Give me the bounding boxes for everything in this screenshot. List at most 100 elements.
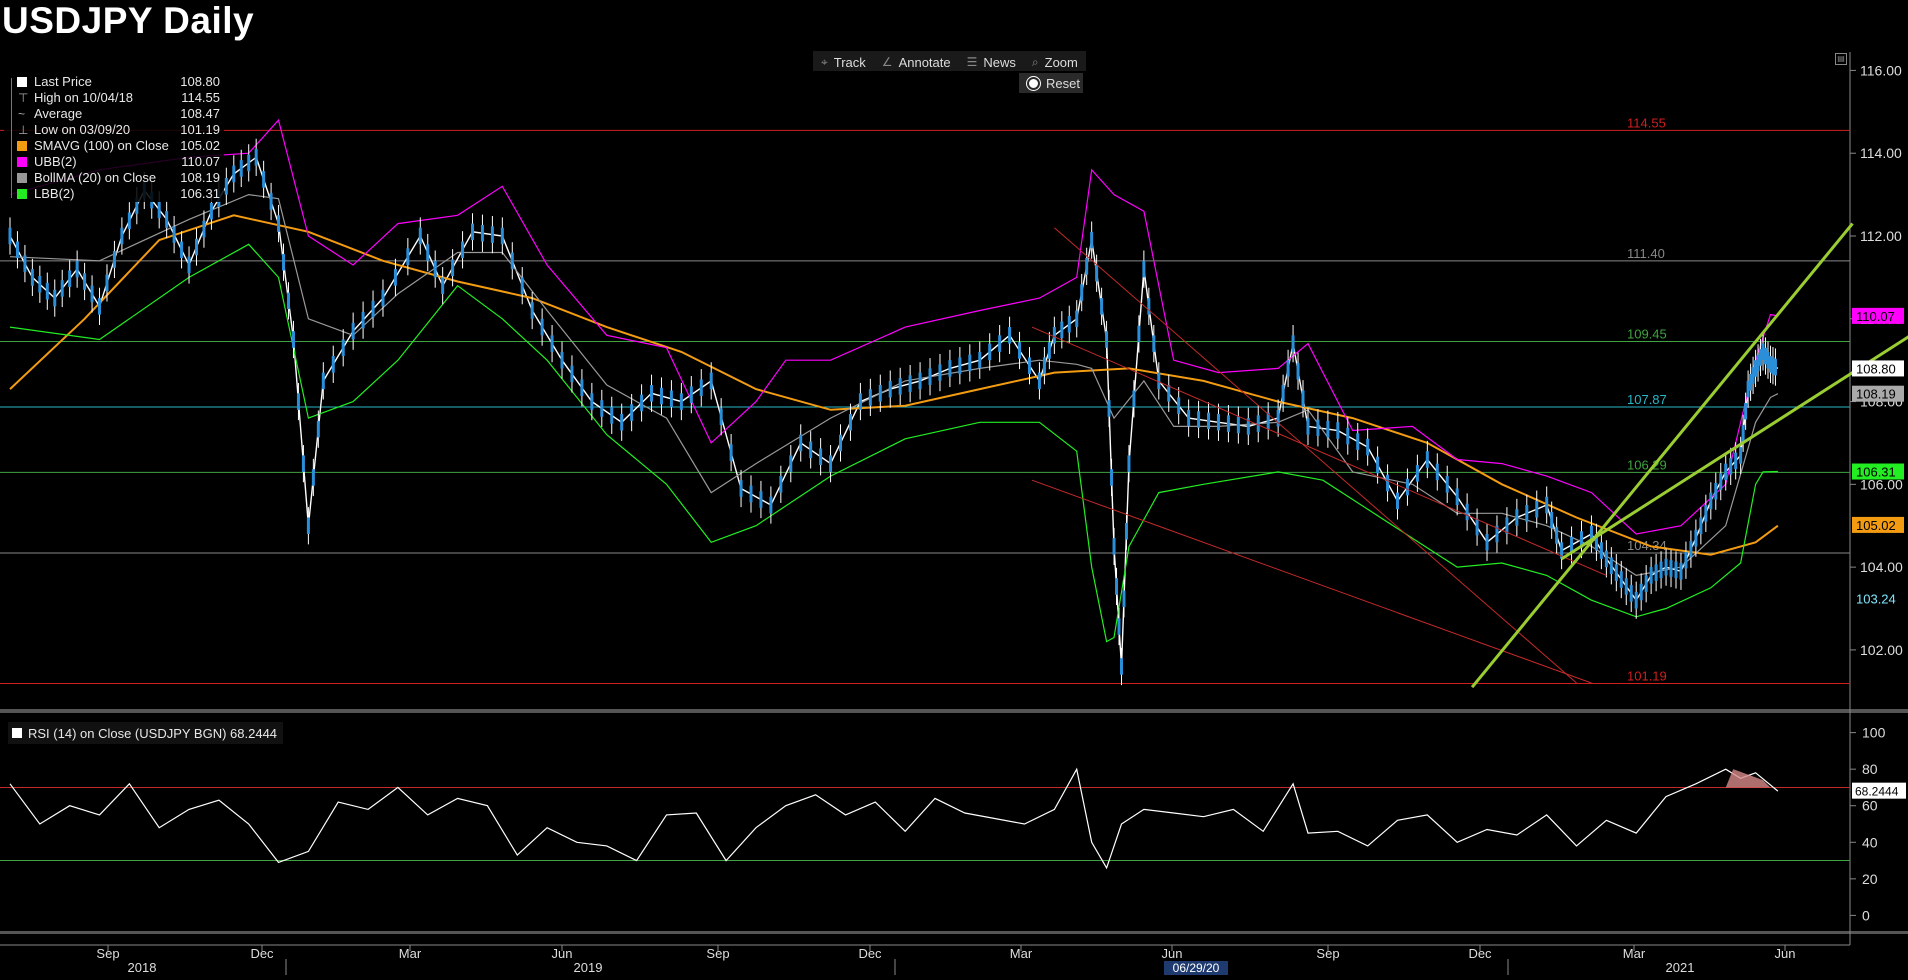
price-candle — [381, 289, 385, 307]
x-tick-label: Jun — [1162, 946, 1183, 961]
price-candle — [277, 215, 281, 232]
y-tick-label: 116.00 — [1860, 62, 1902, 78]
legend-row-last-price[interactable]: Last Price 108.80 — [4, 74, 224, 90]
y-tick-label: 104.00 — [1860, 559, 1903, 575]
price-candle — [1654, 564, 1658, 581]
price-candle — [520, 277, 524, 294]
zoom-button[interactable]: ⌕ Zoom — [1024, 51, 1086, 71]
price-candle — [291, 331, 295, 348]
legend-label: SMAVG (100) on Close — [34, 138, 169, 153]
price-candle — [53, 289, 57, 307]
price-candle — [938, 364, 942, 381]
rsi-legend[interactable]: RSI (14) on Close (USDJPY BGN) 68.2444 — [8, 722, 284, 744]
price-candle — [968, 354, 972, 372]
price-candle — [1085, 258, 1089, 275]
price-candle — [1709, 492, 1713, 510]
lbb-swatch — [17, 189, 27, 199]
price-candle — [809, 441, 813, 459]
price-candle — [669, 390, 673, 408]
price-candle — [1177, 397, 1181, 414]
price-candle — [1515, 509, 1519, 526]
price-candle — [120, 227, 124, 245]
legend-label: UBB(2) — [34, 154, 77, 169]
price-candle — [1052, 327, 1056, 344]
legend-value: 101.19 — [180, 122, 220, 137]
news-button[interactable]: ☰ News — [959, 51, 1024, 71]
price-candle — [1075, 310, 1079, 328]
price-candle — [38, 276, 42, 293]
price-candle — [958, 357, 962, 374]
price-candle — [1555, 527, 1559, 544]
price-candle — [1356, 433, 1360, 450]
pencil-icon: ∠ — [881, 55, 893, 69]
x-tick-label: Dec — [250, 946, 274, 961]
price-candle — [829, 455, 833, 472]
price-candle — [600, 400, 604, 417]
price-candle — [202, 220, 206, 238]
price-and-rsi-chart[interactable]: 116.00114.00112.00110.00108.00106.00104.… — [0, 0, 1908, 975]
price-candle — [1037, 372, 1041, 390]
track-button[interactable]: ⌖ Track — [813, 51, 874, 71]
price-candle — [620, 413, 624, 431]
price-candle — [418, 227, 422, 245]
price-candle — [1236, 416, 1240, 434]
price-candle — [1127, 455, 1131, 472]
price-candle — [224, 178, 228, 195]
price-candle — [1226, 415, 1230, 432]
price-candle — [1545, 496, 1549, 514]
price-candle — [1684, 551, 1688, 569]
news-icon: ☰ — [966, 55, 978, 69]
legend-row-high[interactable]: ⊤ High on 10/04/18 114.55 — [4, 90, 224, 106]
series-bollma — [9, 193, 1779, 577]
y-tick-label: 102.00 — [1860, 642, 1903, 658]
legend-row-lbb[interactable]: LBB(2) 106.31 — [4, 186, 224, 202]
price-candle — [1047, 342, 1051, 359]
price-candle — [1117, 618, 1121, 635]
legend-row-ubb[interactable]: UBB(2) 110.07 — [4, 154, 224, 170]
price-candle — [1614, 564, 1618, 581]
annotate-button[interactable]: ∠ Annotate — [874, 51, 959, 71]
price-candle — [769, 496, 773, 514]
legend-row-average[interactable]: ~ Average 108.47 — [4, 106, 224, 122]
price-candle — [1644, 575, 1648, 592]
series-lbb — [9, 243, 1778, 643]
series-price — [9, 156, 1779, 667]
price-candle — [699, 379, 703, 397]
price-candle — [1366, 438, 1370, 456]
price-candle — [1599, 542, 1603, 559]
price-candle — [1119, 658, 1123, 675]
price-candle — [759, 491, 763, 508]
legend-row-bollma[interactable]: BollMA (20) on Close 108.19 — [4, 170, 224, 186]
legend-row-smavg[interactable]: SMAVG (100) on Close 105.02 — [4, 138, 224, 154]
price-candle — [1386, 474, 1390, 492]
reset-button[interactable]: Reset — [1019, 73, 1083, 93]
price-candle — [1167, 385, 1171, 402]
price-candle — [68, 270, 72, 288]
x-tick-label: Dec — [1468, 946, 1492, 961]
price-candle — [262, 171, 266, 188]
price-candle — [1296, 362, 1300, 380]
price-candle — [282, 253, 286, 271]
chart-canvas[interactable]: 116.00114.00112.00110.00108.00106.00104.… — [0, 0, 1908, 975]
price-candle — [1679, 562, 1683, 580]
price-candle — [878, 385, 882, 402]
price-badge-label: 108.19 — [1856, 387, 1896, 402]
price-candle — [194, 238, 198, 256]
news-label: News — [983, 54, 1016, 70]
price-candle — [918, 372, 922, 390]
rsi-overbought-fill — [1725, 769, 1771, 788]
x-tick-label: Jun — [1775, 946, 1796, 961]
panel-options-icon[interactable]: ▤ — [1835, 53, 1847, 65]
price-candle — [540, 318, 544, 336]
price-candle — [689, 386, 693, 403]
price-candle — [839, 434, 843, 452]
x-tick-label: Sep — [1316, 946, 1339, 961]
price-candle — [1674, 561, 1678, 579]
rsi-legend-label: RSI (14) on Close (USDJPY BGN) 68.2444 — [28, 725, 278, 741]
price-candle — [1132, 390, 1136, 408]
legend-row-low[interactable]: ⊥ Low on 03/09/20 101.19 — [4, 122, 224, 138]
price-candle — [1346, 427, 1350, 445]
chart-toolbar: ⌖ Track ∠ Annotate ☰ News ⌕ Zoom — [813, 51, 1086, 71]
price-candle — [640, 394, 644, 412]
price-candle — [1714, 482, 1718, 500]
